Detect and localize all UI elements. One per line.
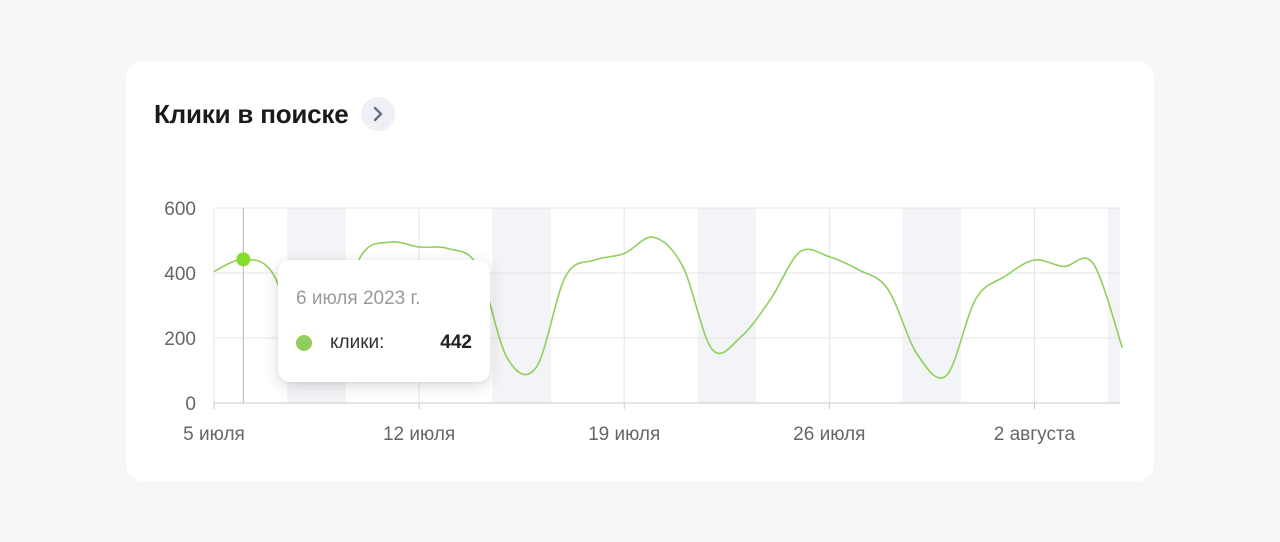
tooltip-date: 6 июля 2023 г. (296, 288, 421, 309)
x-tick-label: 26 июля (793, 424, 865, 445)
y-axis-labels: 0 200 400 600 (164, 199, 196, 415)
weekend-band (697, 208, 757, 403)
highlight-point (236, 252, 251, 267)
x-tick-label: 2 августа (994, 424, 1076, 445)
x-tick-label: 12 июля (383, 424, 455, 445)
clicks-card: Клики в поиске 0 200 400 600 5 июля 12 июля 1… (126, 61, 1154, 481)
x-tick-label: 5 июля (183, 424, 245, 445)
y-tick-label: 200 (164, 329, 196, 350)
tooltip: 6 июля 2023 г. клики: 442 (278, 260, 490, 382)
tooltip-row: клики: 442 (296, 332, 472, 354)
y-tick-label: 600 (164, 199, 196, 220)
tooltip-value: 442 (440, 332, 472, 353)
y-tick-label: 400 (164, 264, 196, 285)
series-color-dot (296, 335, 312, 351)
x-tick-label: 19 июля (588, 424, 660, 445)
tooltip-label: клики: (330, 332, 385, 353)
x-axis-labels: 5 июля 12 июля 19 июля 26 июля 2 августа (183, 424, 1075, 445)
y-tick-label: 0 (185, 394, 196, 415)
